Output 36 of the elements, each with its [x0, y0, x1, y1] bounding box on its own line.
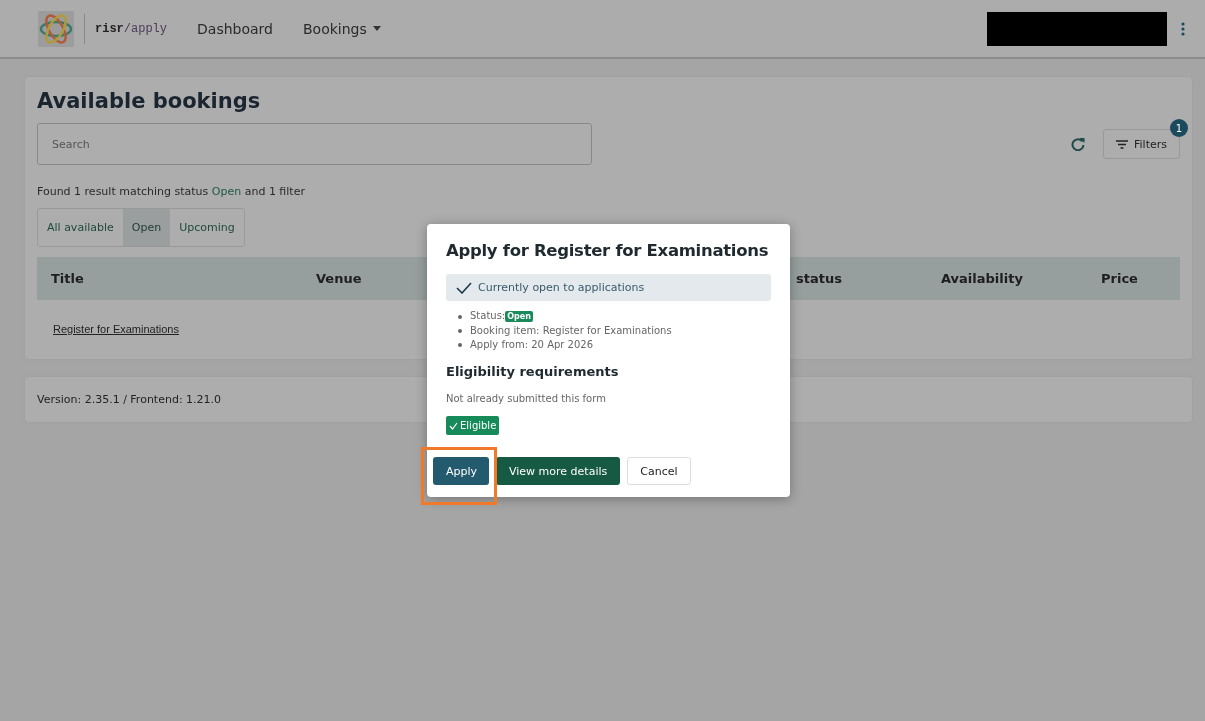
refresh-icon[interactable]	[1071, 137, 1085, 151]
notice-text: Currently open to applications	[478, 281, 645, 295]
column-header: Availability	[941, 271, 1024, 286]
booking-link[interactable]: Register for Examinations	[53, 323, 179, 335]
detail-item: Booking item: Register for Examinations	[470, 324, 672, 339]
kebab-menu-icon[interactable]	[1181, 21, 1185, 36]
section-heading: Eligibility requirements	[446, 364, 620, 380]
version-text: Version: 2.35.1 / Frontend: 1.21.0	[37, 393, 222, 406]
column-header: Venue	[316, 271, 363, 286]
filter-tab[interactable]: Open	[122, 209, 171, 246]
check-icon	[449, 421, 458, 430]
bullet-icon	[458, 314, 462, 319]
detail-item: Apply from: 20 Apr 2026	[470, 338, 594, 353]
atom-logo-icon	[38, 10, 74, 47]
column-header: Price	[1101, 271, 1139, 286]
brand-name: risr/apply	[95, 21, 168, 36]
eligibility-badge: Eligible	[446, 416, 500, 436]
page-title: Available bookings	[37, 89, 262, 113]
details-button[interactable]: View more details	[496, 457, 621, 486]
bullet-icon	[458, 329, 462, 334]
count-badge: 1	[1170, 119, 1188, 137]
dialog-title: Apply for Register for Examinations	[446, 240, 769, 262]
column-header: Title	[51, 271, 85, 286]
cancel-button[interactable]: Cancel	[627, 457, 691, 486]
apply-button[interactable]: Apply	[433, 457, 489, 486]
filter-icon	[1116, 139, 1128, 149]
nav-link[interactable]: Dashboard	[197, 20, 273, 37]
nav-link[interactable]: Bookings	[303, 20, 381, 37]
column-header: status	[796, 271, 843, 286]
requirement-text: Not already submitted this form	[446, 393, 607, 405]
result-summary: Found 1 result matching status Open and 1 filter	[37, 185, 306, 198]
search-field[interactable]: Search	[37, 123, 592, 165]
status-badge: Open	[505, 311, 533, 323]
bullet-icon	[458, 343, 462, 348]
detail-label: Status:	[470, 310, 506, 322]
check-icon	[456, 281, 472, 294]
